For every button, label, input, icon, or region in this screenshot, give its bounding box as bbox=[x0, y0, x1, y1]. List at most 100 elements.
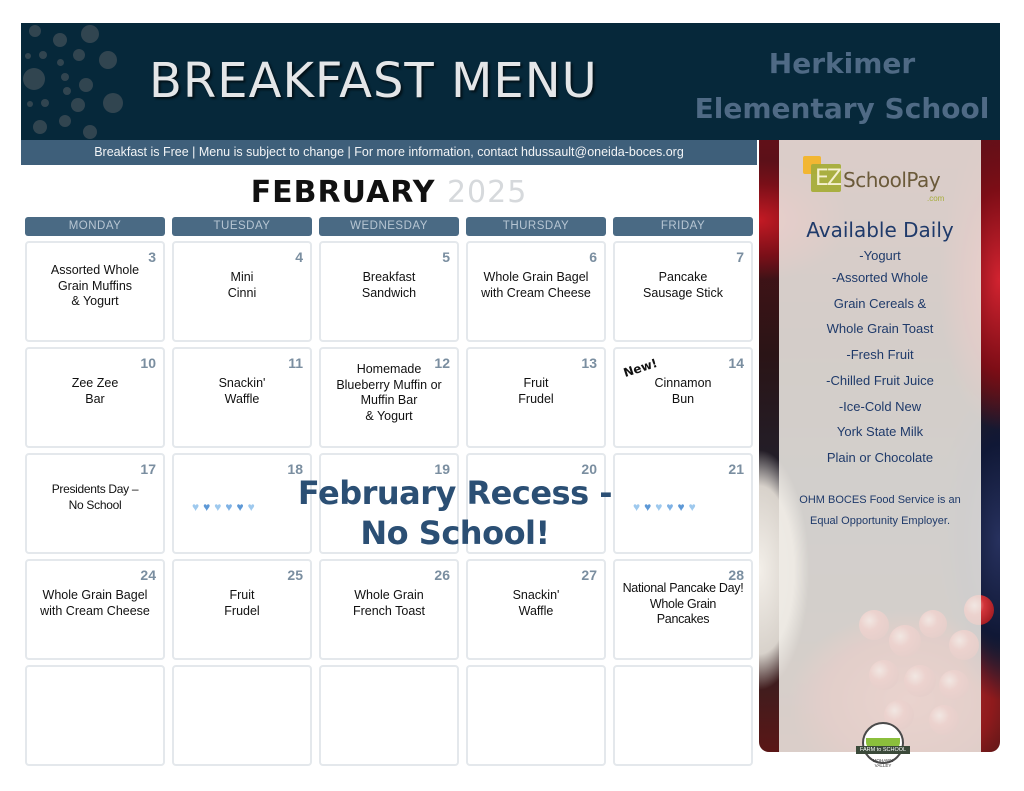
logo-name: SchoolPay bbox=[843, 168, 941, 192]
day-cell: 21 ♥ ♥ ♥ ♥ ♥ ♥ bbox=[613, 453, 753, 554]
eoe-line2: Equal Opportunity Employer. bbox=[809, 515, 951, 527]
day-cell: 18 ♥ ♥ ♥ ♥ ♥ ♥ bbox=[172, 453, 312, 554]
day-cell: 25 Fruit Frudel bbox=[172, 559, 312, 660]
heart-icon: ♥ bbox=[688, 500, 696, 514]
day-cell: 27 Snackin' Waffle bbox=[466, 559, 606, 660]
available-item: -Chilled Fruit Juice bbox=[826, 372, 934, 388]
day-cell: 5 Breakfast Sandwich bbox=[319, 241, 459, 342]
page-title: BREAKFAST MENU bbox=[149, 53, 598, 109]
ezschoolpay-logo[interactable]: EZ SchoolPay .com bbox=[803, 156, 953, 208]
menu-item: Homemade Blueberry Muffin or Muffin Bar … bbox=[336, 362, 442, 423]
empty-day-cell bbox=[466, 665, 606, 766]
available-item: -Ice-Cold New bbox=[838, 398, 922, 414]
weekday-wednesday: WEDNESDAY bbox=[319, 217, 459, 236]
day-number: 18 bbox=[287, 461, 303, 477]
equal-opportunity-statement: OHM BOCES Food Service is an Equal Oppor… bbox=[779, 490, 981, 532]
info-bar: Breakfast is Free | Menu is subject to c… bbox=[21, 140, 757, 165]
heart-icon: ♥ bbox=[192, 500, 200, 514]
school-name: Herkimer Elementary School bbox=[687, 41, 997, 131]
day-number: 10 bbox=[140, 355, 156, 371]
menu-item: Fruit Frudel bbox=[518, 376, 554, 406]
menu-item: Presidents Day – No School bbox=[51, 482, 139, 512]
day-cell: 7 Pancake Sausage Stick bbox=[613, 241, 753, 342]
sidebar: EZ SchoolPay .com Available Daily -Yogur… bbox=[759, 140, 1000, 752]
weekday-tuesday: TUESDAY bbox=[172, 217, 312, 236]
day-cell: 28 National Pancake Day! Whole Grain Pan… bbox=[613, 559, 753, 660]
weekday-thursday: THURSDAY bbox=[466, 217, 606, 236]
available-item: Whole Grain Toast bbox=[826, 321, 934, 337]
available-item: -Yogurt bbox=[859, 248, 901, 263]
day-cell: New! 14 Cinnamon Bun bbox=[613, 347, 753, 448]
day-number: 19 bbox=[434, 461, 450, 477]
month-name: FEBRUARY bbox=[250, 175, 436, 210]
day-cell: 20 bbox=[466, 453, 606, 554]
day-number: 4 bbox=[295, 249, 303, 265]
day-cell: 13 Fruit Frudel bbox=[466, 347, 606, 448]
available-item: York State Milk bbox=[836, 424, 924, 440]
farm-to-school-badge: FARM to SCHOOL MOHAWK VALLEY bbox=[856, 722, 910, 772]
menu-item: Whole Grain Bagel with Cream Cheese bbox=[481, 270, 591, 300]
day-cell: 24 Whole Grain Bagel with Cream Cheese bbox=[25, 559, 165, 660]
decorative-dots bbox=[21, 23, 141, 140]
day-number: 13 bbox=[581, 355, 597, 371]
day-cell: 3 Assorted Whole Grain Muffins & Yogurt bbox=[25, 241, 165, 342]
weekday-monday: MONDAY bbox=[25, 217, 165, 236]
badge-top-text: FARM to SCHOOL bbox=[856, 746, 910, 754]
day-number: 25 bbox=[287, 567, 303, 583]
day-cell: 17 Presidents Day – No School bbox=[25, 453, 165, 554]
day-cell: 4 Mini Cinni bbox=[172, 241, 312, 342]
day-cell: 11 Snackin' Waffle bbox=[172, 347, 312, 448]
day-number: 24 bbox=[140, 567, 156, 583]
heart-icon: ♥ bbox=[633, 500, 641, 514]
eoe-line1: OHM BOCES Food Service is an bbox=[799, 494, 961, 506]
year: 2025 bbox=[446, 175, 528, 210]
empty-day-cell bbox=[613, 665, 753, 766]
menu-item: Whole Grain Bagel with Cream Cheese bbox=[40, 588, 150, 618]
empty-day-cell bbox=[319, 665, 459, 766]
heart-icon: ♥ bbox=[247, 500, 255, 514]
day-number: 11 bbox=[288, 355, 303, 371]
day-number: 17 bbox=[140, 461, 156, 477]
day-cell: 19 bbox=[319, 453, 459, 554]
heart-icon: ♥ bbox=[677, 500, 685, 514]
logo-ez: EZ bbox=[815, 166, 842, 191]
heart-icon: ♥ bbox=[225, 500, 233, 514]
available-daily-title: Available Daily bbox=[806, 218, 954, 242]
heart-icon: ♥ bbox=[214, 500, 222, 514]
empty-day-cell bbox=[172, 665, 312, 766]
menu-item: Assorted Whole Grain Muffins & Yogurt bbox=[50, 263, 140, 308]
day-cell: 26 Whole Grain French Toast bbox=[319, 559, 459, 660]
menu-item: Zee Zee Bar bbox=[71, 376, 119, 406]
day-number: 5 bbox=[442, 249, 450, 265]
heart-icon: ♥ bbox=[236, 500, 244, 514]
available-item: -Assorted Whole bbox=[831, 270, 929, 285]
day-cell: 10 Zee Zee Bar bbox=[25, 347, 165, 448]
heart-icon: ♥ bbox=[655, 500, 663, 514]
empty-day-cell bbox=[25, 665, 165, 766]
calendar-grid: 3 Assorted Whole Grain Muffins & Yogurt … bbox=[25, 241, 755, 769]
available-item: -Fresh Fruit bbox=[846, 347, 914, 363]
hearts-decoration: ♥ ♥ ♥ ♥ ♥ ♥ bbox=[192, 500, 255, 514]
school-name-line1: Herkimer bbox=[768, 47, 916, 80]
hearts-decoration: ♥ ♥ ♥ ♥ ♥ ♥ bbox=[633, 500, 696, 514]
day-number: 6 bbox=[589, 249, 597, 265]
available-item: Grain Cereals & bbox=[833, 295, 927, 311]
day-number: 27 bbox=[581, 567, 597, 583]
menu-item: Breakfast Sandwich bbox=[361, 270, 417, 300]
heart-icon: ♥ bbox=[203, 500, 211, 514]
menu-page: BREAKFAST MENU Herkimer Elementary Schoo… bbox=[0, 0, 1024, 791]
weekday-friday: FRIDAY bbox=[613, 217, 753, 236]
heart-icon: ♥ bbox=[644, 500, 652, 514]
menu-item: Mini Cinni bbox=[227, 270, 257, 300]
month-heading: FEBRUARY 2025 bbox=[21, 175, 757, 210]
menu-item: Snackin' Waffle bbox=[512, 588, 560, 618]
weekday-header: MONDAY TUESDAY WEDNESDAY THURSDAY FRIDAY bbox=[25, 217, 755, 237]
menu-item: Whole Grain French Toast bbox=[352, 588, 426, 618]
available-item: Plain or Chocolate bbox=[826, 449, 934, 465]
school-name-line2: Elementary School bbox=[694, 92, 990, 125]
menu-item: National Pancake Day! Whole Grain Pancak… bbox=[622, 581, 744, 626]
day-cell: 6 Whole Grain Bagel with Cream Cheese bbox=[466, 241, 606, 342]
day-number: 20 bbox=[581, 461, 597, 477]
day-number: 7 bbox=[736, 249, 744, 265]
heart-icon: ♥ bbox=[666, 500, 674, 514]
